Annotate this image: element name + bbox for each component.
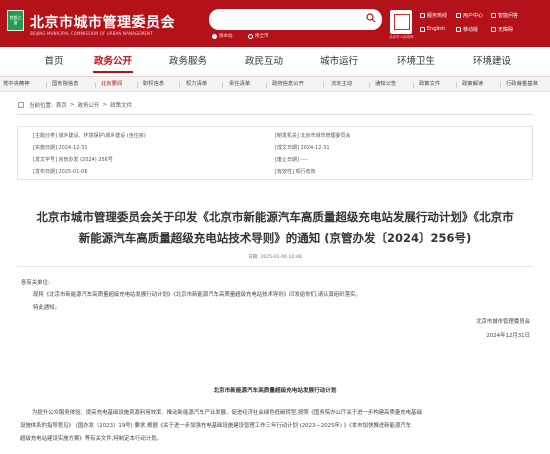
breadcrumb-divider [17, 114, 533, 115]
accessibility-icon [491, 27, 496, 32]
mobile-version-link[interactable]: 移动版 [456, 26, 478, 33]
breadcrumb-label: 当前位置: [29, 103, 53, 109]
nav-sanitation[interactable]: 环境卫生 [388, 47, 444, 76]
subnav-responsibility-list[interactable]: 责任清单 [229, 77, 250, 92]
subnav-power-list[interactable]: 权力清单 [186, 77, 207, 92]
document-title-line: 新能源汽车高质量超级充电站技术导则》的通知 (京管办发〔2024〕256号) [78, 231, 472, 245]
nav-environment-construction[interactable]: 环境建设 [464, 47, 520, 76]
subnav-separator [369, 82, 370, 88]
salutation: 各有关单位: [21, 280, 50, 286]
search-scope-label: 搜全市 [255, 34, 269, 39]
accessibility-link[interactable]: 无障碍 [491, 26, 513, 33]
breadcrumb-home[interactable]: 首页 [56, 101, 67, 109]
meta-subject: [主题分类] 城乡建设、环境保护\城乡建设 (含住房) [33, 133, 146, 139]
breadcrumb-separator: > [69, 102, 75, 108]
chat-icon [491, 13, 496, 18]
meta-expire-date: [废止日期] ---- [275, 157, 308, 163]
document-title: 北京市城市管理委员会关于印发《北京市新能源汽车高质量超级充电站发展行动计划》《北… [20, 207, 530, 249]
site-header: 首都之窗 北京市城市管理委员会 BEIJING MUNICIPAL COMMIS… [0, 0, 550, 47]
sign-date: 2024年12月31日 [486, 333, 530, 339]
subnav-central-spirit[interactable]: 党中央精神 [3, 77, 30, 92]
search-scope-city[interactable]: 搜全市 [248, 33, 269, 39]
search-scope-label: 搜本站 [219, 34, 233, 39]
subnav-separator [222, 82, 223, 88]
body-paragraph: 特此通知。 [33, 305, 60, 311]
subnav-policy-interpretation[interactable]: 政策解读 [462, 77, 483, 92]
emblem-caption: 北京市人民政府 [389, 35, 414, 39]
nav-city-operation[interactable]: 城市运行 [311, 47, 367, 76]
globe-icon [420, 26, 425, 32]
english-link[interactable]: English [420, 26, 445, 32]
document-meta-table: [主题分类] 城乡建设、环境保护\城乡建设 (含住房) [制发机关] 北京市城市… [17, 126, 533, 180]
capital-window-logo[interactable]: 首都之窗 [7, 10, 24, 31]
emblem-mark [394, 14, 410, 30]
mobile-icon [456, 27, 461, 32]
tool-label: 服务热线 [427, 13, 448, 19]
nav-home[interactable]: 首页 [26, 47, 82, 76]
phone-icon [420, 13, 425, 18]
subnav-policy-docs[interactable]: 政策文件 [419, 77, 440, 92]
nav-government-affairs[interactable]: 政务公开 [85, 47, 141, 76]
subnav-separator [95, 82, 96, 88]
main-nav: 首页 政务公开 政务服务 政民互动 城市运行 环境卫生 环境建设 [0, 47, 550, 76]
tool-label: 移动版 [463, 27, 479, 33]
meta-validity: [有效性] 现行有效 [275, 169, 316, 175]
subnav-separator [323, 82, 324, 88]
tool-label: 用户中心 [463, 13, 484, 19]
body-line: 为提升公众服务体验、提高充电基础设施资源利用效率、推动新能源汽车产业发展、促进经… [32, 410, 422, 416]
meta-issuer: [制发机关] 北京市城市管理委员会 [275, 133, 351, 139]
user-center-link[interactable]: 用户中心 [456, 12, 483, 19]
document-title-line: 北京市城市管理委员会关于印发《北京市新能源汽车高质量超级充电站发展行动计划》《北… [36, 210, 514, 224]
nav-government-services[interactable]: 政务服务 [160, 47, 216, 76]
subnav-separator [179, 82, 180, 88]
document-date: 日期: 2025-01-06 14:48 [248, 255, 302, 260]
tool-label: 智能问答 [498, 13, 519, 19]
document-divider [17, 266, 533, 267]
meta-doc-number: [发文字号] 京管办发 (2024) 256号 [33, 157, 113, 163]
body-line: 超级充电站建设实施方案》等有关文件,特制定本行动计划。 [20, 436, 162, 442]
meta-publish-date: [发布日期] 2025-01-06 [33, 169, 88, 175]
search-scope-site[interactable]: 搜本站 [212, 33, 233, 39]
tool-label: English [427, 26, 446, 32]
subnav-state-council[interactable]: 国务院信息 [52, 77, 79, 92]
subnav-discretion-standard[interactable]: 行政裁量基准 [506, 77, 538, 92]
subnav-beijing-news[interactable]: 北京要闻 [101, 77, 122, 92]
search-icon[interactable] [366, 13, 376, 23]
smart-qa-link[interactable]: 智能问答 [491, 12, 518, 19]
body-line: 设施体系的指导意见》 (国办发〔2023〕19号) 要求,根据《关于进一步加强充… [20, 423, 412, 429]
service-hotline-link[interactable]: 服务热线 [420, 12, 447, 19]
breadcrumb-policy-docs[interactable]: 政策文件 [110, 101, 132, 109]
subnav-separator [46, 82, 47, 88]
section-title: 北京市新能源汽车高质量超级充电站发展行动计划 [213, 388, 337, 394]
subnav-authority-info[interactable]: 职权信息 [143, 77, 164, 92]
subnav-separator [137, 82, 138, 88]
breadcrumb: 当前位置: 首页 > 政务公开 > 政策文件 [18, 101, 132, 109]
home-icon [18, 102, 24, 108]
tool-label: 无障碍 [498, 27, 514, 33]
subnav-info-disclosure[interactable]: 政府信息公开 [272, 77, 304, 92]
subnav-separator [413, 82, 414, 88]
signer: 北京市城市管理委员会 [476, 319, 530, 325]
radio-selected-icon [212, 33, 217, 39]
site-english-name: BEIJING MUNICIPAL COMMISSION OF URBAN MA… [30, 31, 153, 36]
breadcrumb-government-affairs[interactable]: 政务公开 [77, 101, 99, 109]
site-name[interactable]: 北京市城市管理委员会 [30, 12, 175, 32]
sub-nav: 党中央精神 国务院信息 北京要闻 职权信息 权力清单 责任清单 政府信息公开 法… [0, 77, 550, 92]
radio-icon [248, 33, 253, 39]
subnav-statutory[interactable]: 法定主动 [331, 77, 352, 92]
subnav-separator [266, 82, 267, 88]
meta-effective-date: [实施日期] 2024-12-31 [33, 145, 88, 151]
government-emblem-logo[interactable] [390, 10, 412, 34]
subnav-separator [500, 82, 501, 88]
user-icon [456, 13, 461, 18]
search-input[interactable] [209, 9, 382, 30]
meta-written-date: [成文日期] 2024-12-31 [275, 145, 330, 151]
breadcrumb-separator: > [102, 102, 108, 108]
subnav-notices[interactable]: 通知公告 [375, 77, 396, 92]
subnav-separator [456, 82, 457, 88]
body-paragraph: 现将《北京市新能源汽车高质量超级充电站发展行动计划》《北京市新能源汽车高质量超级… [33, 292, 361, 298]
nav-interaction[interactable]: 政民互动 [236, 47, 292, 76]
